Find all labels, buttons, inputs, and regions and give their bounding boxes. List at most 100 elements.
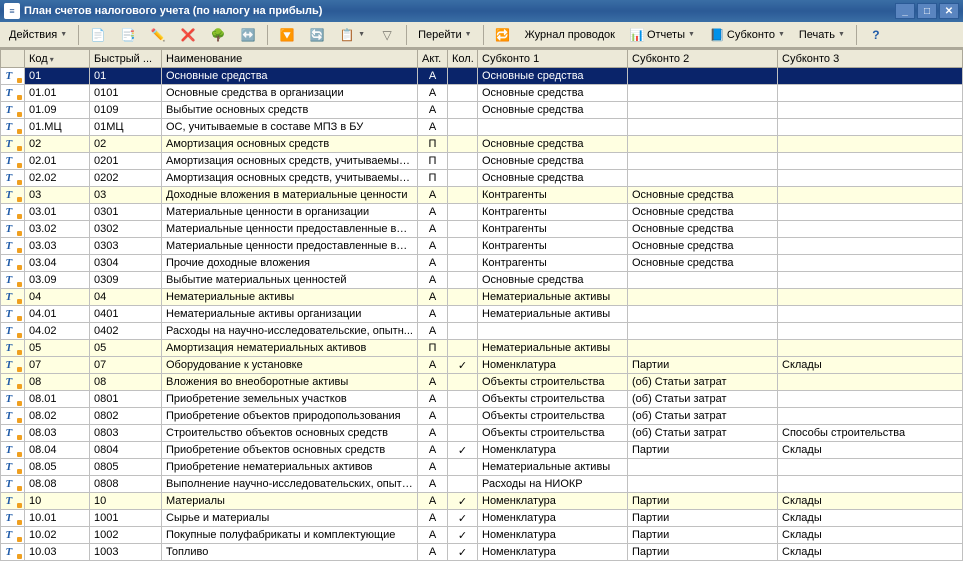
table-row[interactable]: T04.020402Расходы на научно-исследовател… <box>1 323 963 340</box>
table-row[interactable]: T0505Амортизация нематериальных активовП… <box>1 340 963 357</box>
table-row[interactable]: T03.030303Материальные ценности предоста… <box>1 238 963 255</box>
goto-label: Перейти <box>418 29 462 41</box>
cell-sub3: Склады <box>778 527 963 544</box>
table-row[interactable]: T0707Оборудование к установкеА✓Номенклат… <box>1 357 963 374</box>
move-item-button[interactable]: ↔️ <box>235 24 261 46</box>
cell-kod: 10.02 <box>25 527 90 544</box>
table-row[interactable]: T08.030803Строительство объектов основны… <box>1 425 963 442</box>
table-row[interactable]: T0101Основные средстваАОсновные средства <box>1 68 963 85</box>
update-button[interactable]: 🔁 <box>490 24 516 46</box>
account-icon: T <box>6 512 20 524</box>
print-menu[interactable]: Печать ▼ <box>794 24 850 46</box>
cell-sub3 <box>778 374 963 391</box>
cell-kod: 02.01 <box>25 153 90 170</box>
cell-sub2 <box>628 340 778 357</box>
table-row[interactable]: T02.020202Амортизация основных средств, … <box>1 170 963 187</box>
cell-sub2: (об) Статьи затрат <box>628 374 778 391</box>
table-row[interactable]: T01.МЦ01МЦОС, учитываемые в составе МПЗ … <box>1 119 963 136</box>
filter-button[interactable]: 🔽 <box>274 24 300 46</box>
table-row[interactable]: T01.010101Основные средства в организаци… <box>1 85 963 102</box>
table-row[interactable]: T10.011001Сырье и материалыА✓Номенклатур… <box>1 510 963 527</box>
col-sub3[interactable]: Субконто 3 <box>778 50 963 68</box>
cell-kod: 03.01 <box>25 204 90 221</box>
edit-button[interactable]: ✏️ <box>145 24 171 46</box>
col-act[interactable]: Акт. <box>418 50 448 68</box>
cell-fast: 0304 <box>90 255 162 272</box>
col-sub1[interactable]: Субконто 1 <box>478 50 628 68</box>
cell-sub2 <box>628 85 778 102</box>
table-row[interactable]: T10.021002Покупные полуфабрикаты и компл… <box>1 527 963 544</box>
cell-fast: 0302 <box>90 221 162 238</box>
cell-act: А <box>418 408 448 425</box>
account-icon: T <box>6 410 20 422</box>
cell-fast: 1003 <box>90 544 162 561</box>
copy-button[interactable]: 📋▼ <box>334 24 370 46</box>
cell-kod: 05 <box>25 340 90 357</box>
account-icon: T <box>6 223 20 235</box>
table-row[interactable]: T02.010201Амортизация основных средств, … <box>1 153 963 170</box>
maximize-button[interactable]: □ <box>917 3 937 19</box>
minimize-button[interactable]: _ <box>895 3 915 19</box>
table-row[interactable]: T1010МатериалыА✓НоменклатураПартииСклады <box>1 493 963 510</box>
accounts-table[interactable]: Код▾ Быстрый ... Наименование Акт. Кол. … <box>0 49 963 561</box>
actions-menu[interactable]: Действия ▼ <box>4 24 72 46</box>
cell-kod: 04 <box>25 289 90 306</box>
table-row[interactable]: T08.040804Приобретение объектов основных… <box>1 442 963 459</box>
cell-sub2: Основные средства <box>628 204 778 221</box>
table-row[interactable]: T03.010301Материальные ценности в органи… <box>1 204 963 221</box>
cell-sub1: Основные средства <box>478 68 628 85</box>
table-row[interactable]: T0808Вложения во внеоборотные активыАОбъ… <box>1 374 963 391</box>
cell-sub2 <box>628 272 778 289</box>
table-row[interactable]: T04.010401Нематериальные активы организа… <box>1 306 963 323</box>
grid[interactable]: Код▾ Быстрый ... Наименование Акт. Кол. … <box>0 48 963 581</box>
row-icon-cell: T <box>1 153 25 170</box>
subkonto-menu[interactable]: 📘 Субконто ▼ <box>704 24 790 46</box>
table-row[interactable]: T10.031003ТопливоА✓НоменклатураПартииСкл… <box>1 544 963 561</box>
col-sub2[interactable]: Субконто 2 <box>628 50 778 68</box>
table-row[interactable]: T08.080808Выполнение научно-исследовател… <box>1 476 963 493</box>
cell-sub2: Основные средства <box>628 187 778 204</box>
refresh-button[interactable]: 🔄 <box>304 24 330 46</box>
table-row[interactable]: T08.020802Приобретение объектов природоп… <box>1 408 963 425</box>
delete-icon: ❌ <box>180 27 196 43</box>
col-icon[interactable] <box>1 50 25 68</box>
table-row[interactable]: T08.050805Приобретение нематериальных ак… <box>1 459 963 476</box>
cell-sub1 <box>478 323 628 340</box>
table-row[interactable]: T0404Нематериальные активыАНематериальны… <box>1 289 963 306</box>
help-button[interactable]: ? <box>863 24 889 46</box>
goto-menu[interactable]: Перейти ▼ <box>413 24 477 46</box>
table-row[interactable]: T08.010801Приобретение земельных участко… <box>1 391 963 408</box>
cell-sub3 <box>778 153 963 170</box>
table-row[interactable]: T03.040304Прочие доходные вложенияАКонтр… <box>1 255 963 272</box>
table-row[interactable]: T0202Амортизация основных средствПОсновн… <box>1 136 963 153</box>
table-row[interactable]: T03.090309Выбытие материальных ценностей… <box>1 272 963 289</box>
account-icon: T <box>6 393 20 405</box>
close-button[interactable]: ✕ <box>939 3 959 19</box>
journal-button[interactable]: Журнал проводок <box>520 24 620 46</box>
cell-sub2 <box>628 153 778 170</box>
reports-menu[interactable]: 📊 Отчеты ▼ <box>624 24 700 46</box>
cell-name: Сырье и материалы <box>162 510 418 527</box>
window-title: План счетов налогового учета (по налогу … <box>24 5 895 17</box>
table-row[interactable]: T01.090109Выбытие основных средствАОснов… <box>1 102 963 119</box>
cell-sub3: Склады <box>778 357 963 374</box>
hierarchy-icon: 🌳 <box>210 27 226 43</box>
cell-kol <box>448 204 478 221</box>
sort-button[interactable]: ▽ <box>374 24 400 46</box>
add-copy-button[interactable]: 📑 <box>115 24 141 46</box>
cell-sub3 <box>778 306 963 323</box>
check-icon: ✓ <box>452 495 473 508</box>
col-fast[interactable]: Быстрый ... <box>90 50 162 68</box>
col-kol[interactable]: Кол. <box>448 50 478 68</box>
table-row[interactable]: T0303Доходные вложения в материальные це… <box>1 187 963 204</box>
delete-button[interactable]: ❌ <box>175 24 201 46</box>
add-button[interactable]: 📄 <box>85 24 111 46</box>
table-row[interactable]: T03.020302Материальные ценности предоста… <box>1 221 963 238</box>
hierarchy-button[interactable]: 🌳 <box>205 24 231 46</box>
cell-sub3 <box>778 136 963 153</box>
col-name[interactable]: Наименование <box>162 50 418 68</box>
col-kod[interactable]: Код▾ <box>25 50 90 68</box>
cell-kod: 03 <box>25 187 90 204</box>
cell-fast: 01 <box>90 68 162 85</box>
cell-fast: 0804 <box>90 442 162 459</box>
